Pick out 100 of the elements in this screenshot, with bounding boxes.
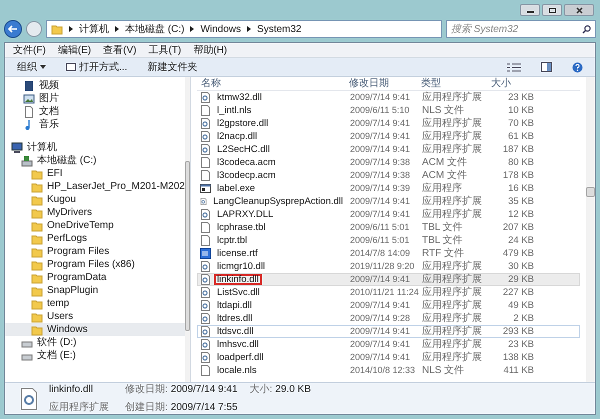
file-type: NLS 文件 (421, 366, 466, 376)
file-size: 23 KB (507, 340, 534, 350)
file-type: 应用程序扩展 (421, 144, 483, 154)
file-name: ListSvc.dll (216, 287, 261, 298)
scrollbar[interactable] (586, 77, 595, 382)
file-row[interactable]: l3codecp.acm 2009/7/14 9:38 ACM 文件 178 KB (197, 169, 580, 182)
file-row[interactable]: licmgr10.dll 2019/11/28 9:20 应用程序扩展 30 KB (197, 260, 580, 273)
nav-item[interactable]: ProgramData (5, 271, 185, 284)
file-row[interactable]: l_intl.nls 2009/6/11 5:10 NLS 文件 10 KB (197, 104, 580, 117)
nav-item[interactable]: 图片 (5, 92, 185, 105)
menu-item[interactable]: 帮助(H) (193, 42, 228, 58)
nav-item[interactable]: Program Files (5, 245, 185, 258)
file-row[interactable]: ltdsvc.dll 2009/7/14 9:41 应用程序扩展 293 KB (197, 325, 580, 338)
nav-item[interactable]: Kugou (5, 193, 185, 206)
file-date: 2009/6/11 5:10 (349, 106, 410, 115)
file-date: 2009/7/14 9:41 (349, 132, 412, 141)
file-name: ktmw32.dll (216, 92, 263, 103)
nav-item[interactable]: SnapPlugin (5, 284, 185, 297)
breadcrumb[interactable]: System32 (257, 22, 302, 36)
nav-item[interactable]: Users (5, 310, 185, 323)
breadcrumb[interactable]: 计算机 (79, 22, 109, 36)
nav-item[interactable]: Windows (5, 323, 185, 336)
file-row[interactable]: ListSvc.dll 2010/11/21 11:24 应用程序扩展 227 KB (197, 286, 580, 299)
file-name: lcphrase.tbl (216, 222, 267, 233)
file-type: TBL 文件 (421, 222, 464, 232)
toolbar-button[interactable]: 组织 (17, 60, 46, 74)
scrollbar-thumb[interactable] (586, 187, 595, 197)
address-bar[interactable]: 计算机 本地磁盘 (C:) Windows System32 (46, 20, 442, 38)
nav-item[interactable]: 计算机 (5, 141, 185, 154)
nav-item[interactable]: OneDriveTemp (5, 219, 185, 232)
search-input[interactable]: 搜索 System32 (451, 22, 582, 36)
nav-item[interactable]: MyDrivers (5, 206, 185, 219)
file-row[interactable]: lcptr.tbl 2009/6/11 5:01 TBL 文件 24 KB (197, 234, 580, 247)
close-button[interactable] (564, 4, 594, 16)
file-size: 293 KB (502, 326, 534, 336)
nav-item[interactable]: 文档 (E:) (5, 349, 185, 362)
menu-item[interactable]: 工具(T) (148, 42, 182, 58)
breadcrumb[interactable]: 本地磁盘 (C:) (125, 22, 184, 36)
back-button[interactable] (4, 20, 22, 38)
file-row[interactable]: label.exe 2009/7/14 9:39 应用程序 16 KB (197, 182, 580, 195)
nav-item[interactable]: temp (5, 297, 185, 310)
scrollbar-thumb[interactable] (184, 161, 190, 331)
file-row[interactable]: loadperf.dll 2009/7/14 9:41 应用程序扩展 138 KB (197, 351, 580, 364)
file-row[interactable]: linkinfo.dll 2009/7/14 9:41 应用程序扩展 29 KB (197, 273, 580, 286)
file-row[interactable]: LangCleanupSysprepAction.dll 2009/7/14 9:41 应用程序扩展 35 KB (197, 195, 580, 208)
file-row[interactable]: locale.nls 2014/10/8 12:33 NLS 文件 411 KB (197, 364, 580, 377)
toolbar-button[interactable]: 打开方式... (66, 60, 128, 74)
toolbar-button[interactable]: 新建文件夹 (147, 60, 198, 74)
folder-icon (31, 246, 43, 258)
file-name: LAPRXY.DLL (216, 209, 274, 220)
file-date: 2009/7/14 9:41 (349, 301, 412, 310)
file-row[interactable]: l3codeca.acm 2009/7/14 9:38 ACM 文件 80 KB (197, 156, 580, 169)
file-size: 178 KB (502, 170, 534, 180)
nav-item[interactable]: 视频 (5, 79, 185, 92)
column-header[interactable]: 名称 (197, 78, 345, 88)
menu-item[interactable]: 文件(F) (13, 42, 46, 58)
file-size: 30 KB (507, 262, 534, 272)
file-date: 2009/7/14 9:41 (349, 210, 412, 219)
file-row[interactable]: ktmw32.dll 2009/7/14 9:41 应用程序扩展 23 KB (197, 91, 580, 104)
maximize-button[interactable] (542, 4, 562, 16)
file-row[interactable]: license.rtf 2014/7/8 14:09 RTF 文件 479 KB (197, 247, 580, 260)
forward-button[interactable] (26, 21, 42, 37)
breadcrumb-arrow-icon (69, 26, 73, 32)
file-size: 138 KB (502, 352, 534, 362)
file-type: 应用程序扩展 (421, 262, 483, 272)
file-row[interactable]: l2nacp.dll 2009/7/14 9:41 应用程序扩展 61 KB (197, 130, 580, 143)
folder-icon (31, 324, 43, 336)
minimize-button[interactable] (520, 4, 540, 16)
file-icon (200, 170, 211, 181)
file-date: 2009/6/11 5:01 (349, 223, 410, 232)
nav-item[interactable]: 文档 (5, 105, 185, 118)
nav-item[interactable]: 软件 (D:) (5, 336, 185, 349)
nav-item[interactable]: 本地磁盘 (C:) (5, 154, 185, 167)
column-header[interactable]: 类型 (417, 78, 489, 88)
file-row[interactable]: lcphrase.tbl 2009/6/11 5:01 TBL 文件 207 KB (197, 221, 580, 234)
nav-item[interactable]: HP_LaserJet_Pro_M201-M202 (5, 180, 185, 193)
menu-item[interactable]: 查看(V) (103, 42, 136, 58)
file-row[interactable]: l2gpstore.dll 2009/7/14 9:41 应用程序扩展 70 KB (197, 117, 580, 130)
scrollbar[interactable] (184, 77, 190, 382)
search-field[interactable]: 搜索 System32 (446, 20, 596, 38)
nav-item[interactable]: 音乐 (5, 118, 185, 131)
file-row[interactable]: L2SecHC.dll 2009/7/14 9:41 应用程序扩展 187 KB (197, 143, 580, 156)
menu-item[interactable]: 编辑(E) (58, 42, 92, 58)
nav-item[interactable]: Program Files (x86) (5, 258, 185, 271)
nav-item[interactable]: PerfLogs (5, 232, 185, 245)
preview-pane-icon (541, 62, 552, 72)
file-row[interactable]: lmhsvc.dll 2009/7/14 9:41 应用程序扩展 23 KB (197, 338, 580, 351)
field-label: 修改日期: (125, 382, 168, 397)
breadcrumb-arrow-icon (190, 26, 194, 32)
breadcrumb[interactable]: Windows (200, 22, 242, 36)
window-icon (66, 63, 76, 71)
column-header[interactable]: 修改日期 (345, 78, 417, 88)
file-row[interactable]: ltdapi.dll 2009/7/14 9:41 应用程序扩展 49 KB (197, 299, 580, 312)
file-type: 应用程序扩展 (421, 326, 483, 336)
file-row[interactable]: LAPRXY.DLL 2009/7/14 9:41 应用程序扩展 12 KB (197, 208, 580, 221)
file-row[interactable]: ltdres.dll 2009/7/14 9:28 应用程序扩展 2 KB (197, 312, 580, 325)
file-size: 23 KB (507, 92, 534, 102)
column-header[interactable]: 大小 (489, 78, 533, 88)
file-name: l3codeca.acm (216, 157, 277, 168)
nav-item[interactable]: EFI (5, 167, 185, 180)
